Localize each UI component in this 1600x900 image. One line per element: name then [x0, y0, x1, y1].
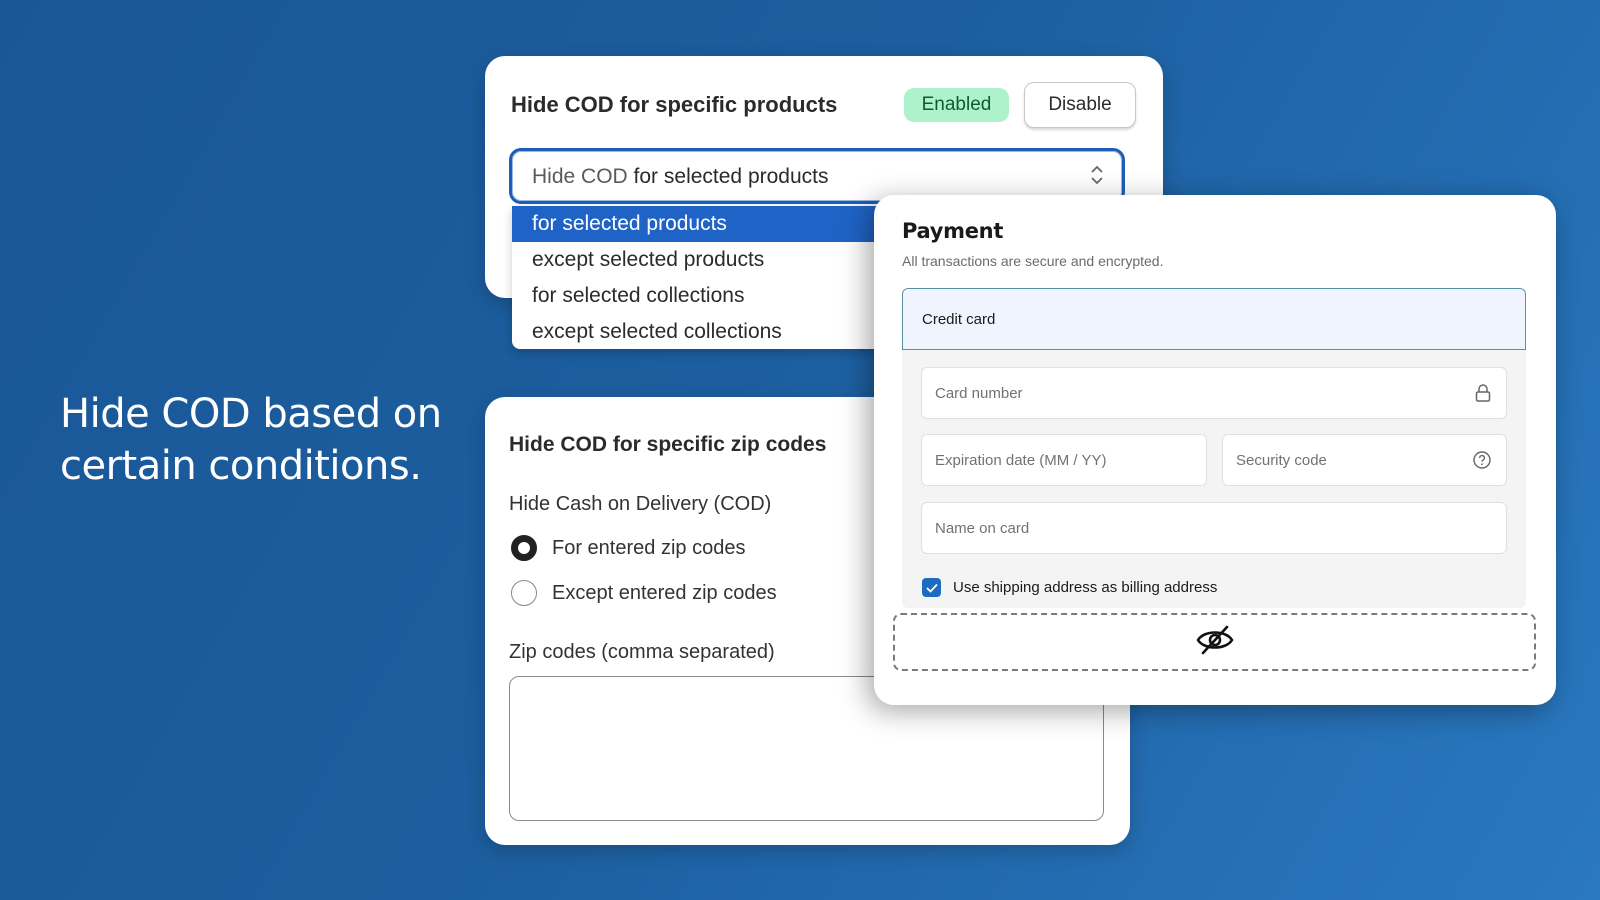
dropdown-option[interactable]: for selected collections [512, 278, 882, 314]
card-number-placeholder: Card number [935, 384, 1023, 402]
payment-method-credit-card[interactable]: Credit card [902, 288, 1526, 350]
status-badge: Enabled [904, 88, 1009, 122]
radio-button[interactable] [511, 580, 537, 606]
lock-icon [1474, 383, 1492, 407]
eye-slash-icon [1195, 624, 1235, 661]
help-circle-icon[interactable] [1472, 450, 1492, 474]
hide-cod-label: Hide Cash on Delivery (COD) [509, 493, 772, 515]
payment-subtitle: All transactions are secure and encrypte… [902, 253, 1164, 269]
hidden-payment-method-zone [893, 613, 1536, 671]
payment-title: Payment [902, 219, 1004, 243]
radio-label: Except entered zip codes [552, 581, 777, 604]
name-on-card-placeholder: Name on card [935, 519, 1030, 537]
card-number-field[interactable]: Card number [921, 367, 1507, 419]
card-title: Hide COD for specific zip codes [509, 433, 827, 456]
select-value-suffix: for selected products [633, 165, 829, 188]
checkbox-label: Use shipping address as billing address [953, 579, 1218, 596]
payment-card: Payment All transactions are secure and … [874, 195, 1556, 705]
dropdown-option[interactable]: except selected products [512, 242, 882, 278]
zip-codes-label: Zip codes (comma separated) [509, 641, 775, 663]
headline: Hide COD based on certain conditions. [60, 388, 442, 492]
name-on-card-field[interactable]: Name on card [921, 502, 1507, 554]
checkmark-icon [925, 583, 938, 593]
radio-except-entered[interactable]: Except entered zip codes [511, 580, 777, 606]
checkbox-checked[interactable] [922, 578, 941, 597]
disable-button[interactable]: Disable [1024, 82, 1136, 128]
headline-line-2: certain conditions. [60, 443, 422, 489]
select-value: Hide COD for selected products [532, 165, 828, 189]
billing-address-checkbox-row[interactable]: Use shipping address as billing address [922, 578, 1217, 597]
card-title: Hide COD for specific products [511, 92, 838, 117]
condition-dropdown-list: for selected products except selected pr… [512, 206, 882, 349]
radio-button[interactable] [511, 535, 537, 561]
select-value-prefix: Hide COD [532, 165, 628, 188]
expiration-placeholder: Expiration date (MM / YY) [935, 451, 1107, 469]
credit-card-panel: Credit card Card number Expiration date … [902, 288, 1526, 608]
dropdown-option[interactable]: except selected collections [512, 314, 882, 349]
dropdown-option[interactable]: for selected products [512, 206, 882, 242]
radio-for-entered[interactable]: For entered zip codes [511, 535, 745, 561]
headline-line-1: Hide COD based on [60, 391, 442, 437]
security-code-field[interactable]: Security code [1222, 434, 1507, 486]
security-code-placeholder: Security code [1236, 451, 1327, 469]
chevron-up-down-icon [1090, 163, 1104, 188]
radio-label: For entered zip codes [552, 536, 746, 559]
expiration-date-field[interactable]: Expiration date (MM / YY) [921, 434, 1207, 486]
